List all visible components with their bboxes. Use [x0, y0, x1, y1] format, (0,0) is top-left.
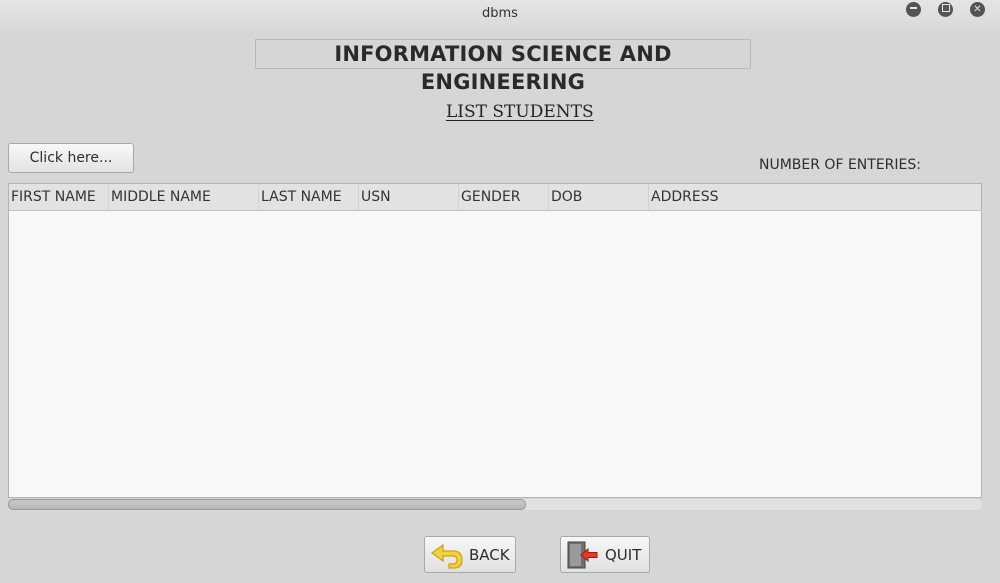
exit-door-icon [567, 541, 598, 568]
title-bar: dbms ✕ [0, 0, 1000, 28]
column-header-usn[interactable]: USN [359, 184, 459, 210]
scrollbar-thumb[interactable] [8, 499, 526, 510]
quit-button[interactable]: QUIT [560, 536, 650, 573]
window-title: dbms [482, 6, 518, 21]
column-header-last-name[interactable]: LAST NAME [259, 184, 359, 210]
maximize-button[interactable] [938, 2, 953, 17]
back-button[interactable]: BACK [424, 536, 516, 573]
quit-label: QUIT [605, 545, 642, 564]
column-header-middle-name[interactable]: MIDDLE NAME [109, 184, 259, 210]
column-header-gender[interactable]: GENDER [459, 184, 549, 210]
column-header-address[interactable]: ADDRESS [649, 184, 981, 210]
minimize-icon [910, 7, 917, 9]
minimize-button[interactable] [906, 2, 921, 17]
column-header-dob[interactable]: DOB [549, 184, 649, 210]
students-table[interactable]: FIRST NAME MIDDLE NAME LAST NAME USN GEN… [8, 183, 982, 498]
entries-count-label: NUMBER OF ENTERIES: [759, 157, 921, 173]
table-header: FIRST NAME MIDDLE NAME LAST NAME USN GEN… [9, 184, 981, 211]
horizontal-scrollbar[interactable] [8, 499, 982, 510]
page-title: INFORMATION SCIENCE AND ENGINEERING [255, 39, 751, 94]
load-students-button[interactable]: Click here... [8, 143, 134, 173]
close-button[interactable]: ✕ [970, 2, 985, 17]
close-icon: ✕ [973, 4, 982, 15]
back-arrow-icon [430, 543, 463, 569]
maximize-icon [941, 4, 950, 12]
back-label: BACK [469, 545, 510, 564]
page-subtitle: LIST STUDENTS [446, 102, 594, 122]
column-header-first-name[interactable]: FIRST NAME [9, 184, 109, 210]
